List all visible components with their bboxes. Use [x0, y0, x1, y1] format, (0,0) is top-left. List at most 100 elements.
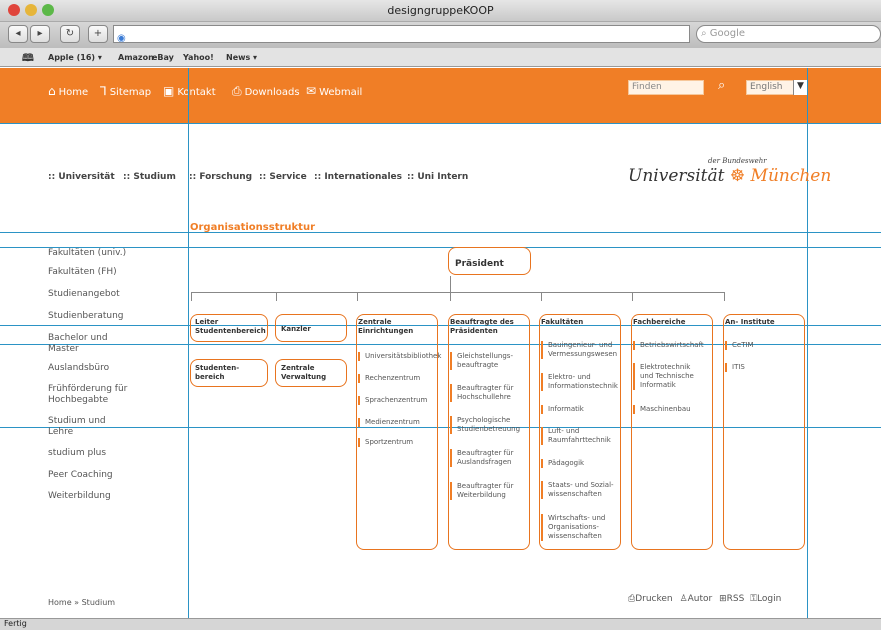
home-icon: ⌂ — [48, 84, 56, 98]
search-icon[interactable]: ⌕ — [718, 78, 725, 93]
nav-downloads[interactable]: ⎙ Downloads — [232, 84, 300, 99]
back-button[interactable]: ◂ — [8, 25, 28, 43]
bookmark-ebay[interactable]: eBay — [152, 53, 174, 62]
breadcrumb[interactable]: Home » Studium — [48, 598, 115, 607]
org-heading-fakultaeten: Fakultäten — [541, 318, 584, 326]
site-search-input[interactable]: Finden — [628, 80, 704, 95]
search-icon: ⌕ — [701, 28, 710, 39]
bookmarks-bar: 🕮 Apple (16) ▾ Amazon eBay Yahoo! News ▾ — [0, 48, 881, 67]
nav-kontakt[interactable]: ▣ Kontakt — [163, 84, 216, 98]
bookmark-apple[interactable]: Apple (16) ▾ — [48, 53, 102, 62]
sidebar-item-studium-lehre[interactable]: Studium und Lehre — [48, 416, 108, 438]
sidebar-item-fakultaeten-univ[interactable]: Fakultäten (univ.) — [48, 248, 126, 258]
sidebar-item-bachelor[interactable]: Bachelor und Master — [48, 333, 128, 355]
org-item[interactable]: Elektrotechnik und Technische Informatik — [633, 363, 705, 390]
language-select[interactable]: English ▼ — [746, 80, 808, 95]
org-item[interactable]: Maschinenbau — [633, 405, 711, 414]
menu-forschung[interactable]: :: Forschung — [189, 172, 252, 182]
reload-button[interactable]: ↻ — [60, 25, 80, 43]
connector-line — [724, 292, 725, 301]
org-item[interactable]: Sportzentrum — [358, 438, 438, 447]
org-box-zentrale-verwaltung[interactable]: Zentrale Verwaltung — [275, 359, 347, 387]
org-box-president[interactable]: Präsident — [448, 247, 531, 275]
rss-link[interactable]: ⊞RSS — [719, 594, 744, 604]
sidebar-item-fruehfoerderung[interactable]: Frühförderung für Hochbegabte — [48, 384, 163, 406]
org-item[interactable]: Luft- und Raumfahrttechnik — [541, 427, 611, 445]
sitemap-icon: ⅂ — [100, 84, 107, 98]
org-item[interactable]: Rechenzentrum — [358, 374, 438, 383]
nav-webmail[interactable]: ✉ Webmail — [306, 84, 362, 98]
guide-line — [0, 232, 881, 233]
org-item[interactable]: Bauingenieur- und Vermessungswesen — [541, 341, 621, 359]
window-title: designgruppeKOOP — [387, 4, 494, 17]
org-item[interactable]: Elektro- und Informationstechnik — [541, 373, 621, 391]
address-bar[interactable]: ◉ — [113, 25, 690, 44]
org-heading-zentrale-einrichtungen: Zentrale Einrichtungen — [358, 318, 414, 335]
seal-icon: ☸ — [729, 166, 746, 186]
org-item[interactable]: CeTIM — [725, 341, 795, 350]
org-heading-beauftragte: Beauftragte des Präsidenten — [450, 318, 514, 335]
sidebar-item-studium-plus[interactable]: studium plus — [48, 448, 106, 458]
menu-universitaet[interactable]: :: Universität — [48, 172, 115, 182]
forward-button[interactable]: ▸ — [30, 25, 50, 43]
org-box-kanzler[interactable]: Kanzler — [275, 314, 347, 342]
menu-service[interactable]: :: Service — [259, 172, 307, 182]
author-link[interactable]: ♙Autor — [680, 594, 713, 604]
org-box-studentenbereich[interactable]: Studenten-bereich — [190, 359, 268, 387]
org-item[interactable]: Psychologische Studienbetreuung — [450, 416, 526, 434]
org-item[interactable]: Gleichstellungs-beauftragte — [450, 352, 520, 370]
org-box-zentrale-einrichtungen[interactable] — [356, 314, 438, 550]
book-icon[interactable]: 🕮 — [22, 51, 34, 68]
org-item[interactable]: Informatik — [541, 405, 619, 414]
mail-icon: ✉ — [306, 84, 317, 98]
connector-line — [450, 276, 451, 292]
org-heading-an-institute: An- Institute — [725, 318, 775, 326]
guide-line — [807, 68, 808, 618]
sidebar-item-fakultaeten-fh[interactable]: Fakultäten (FH) — [48, 267, 117, 277]
print-link[interactable]: ⎙Drucken — [628, 594, 673, 604]
globe-icon: ◉ — [117, 33, 126, 44]
university-logo[interactable]: Universität ☸ München — [628, 166, 831, 186]
logo-subtitle: der Bundeswehr — [708, 157, 767, 165]
org-item[interactable]: Pädagogik — [541, 459, 619, 468]
author-icon: ♙ — [679, 594, 688, 604]
org-item[interactable]: Beauftragter für Weiterbildung — [450, 482, 520, 500]
org-item[interactable]: Medienzentrum — [358, 418, 438, 427]
guide-line — [0, 123, 881, 124]
nav-sitemap[interactable]: ⅂ Sitemap — [100, 84, 151, 98]
bookmark-yahoo[interactable]: Yahoo! — [183, 53, 214, 62]
org-item[interactable]: ITIS — [725, 363, 795, 372]
connector-line — [191, 292, 725, 293]
rss-icon: ⊞ — [719, 594, 727, 604]
sidebar-item-studienberatung[interactable]: Studienberatung — [48, 311, 124, 321]
connector-line — [450, 292, 451, 301]
nav-home[interactable]: ⌂ Home — [48, 84, 88, 98]
bookmark-news[interactable]: News ▾ — [226, 53, 257, 62]
browser-search-input[interactable]: ⌕ Google — [696, 25, 881, 43]
org-item[interactable]: Universitätsbibliothek — [358, 352, 441, 361]
org-box-leiter-studentenbereich[interactable]: Leiter Studentenbereich — [190, 314, 268, 342]
browser-search-placeholder: Google — [709, 28, 746, 39]
guide-line — [188, 68, 189, 618]
org-item[interactable]: Beauftragter für Auslandsfragen — [450, 449, 520, 467]
sidebar-item-peer-coaching[interactable]: Peer Coaching — [48, 470, 113, 480]
add-bookmark-button[interactable]: + — [88, 25, 108, 43]
menu-internationales[interactable]: :: Internationales — [314, 172, 402, 182]
bookmark-amazon[interactable]: Amazon — [118, 53, 154, 62]
org-item[interactable]: Betriebswirtschaft — [633, 341, 712, 350]
connector-line — [276, 292, 277, 301]
sidebar-item-weiterbildung[interactable]: Weiterbildung — [48, 491, 111, 501]
sidebar-item-auslandsbuero[interactable]: Auslandsbüro — [48, 363, 109, 373]
site-header: ⌂ Home ⅂ Sitemap ▣ Kontakt ⎙ Downloads ✉ Webm… — [0, 68, 881, 123]
org-item[interactable]: Sprachenzentrum — [358, 396, 438, 405]
chevron-down-icon: ▼ — [793, 80, 807, 95]
org-item[interactable]: Wirtschafts- und Organisations-wissensch… — [541, 514, 611, 541]
menu-studium[interactable]: :: Studium — [123, 172, 176, 182]
login-link[interactable]: ⚿Login — [750, 594, 781, 604]
status-bar: Fertig — [0, 618, 881, 630]
sidebar-item-studienangebot[interactable]: Studienangebot — [48, 289, 120, 299]
contact-card-icon: ▣ — [163, 84, 175, 98]
org-item[interactable]: Beauftragter für Hochschullehre — [450, 384, 520, 402]
menu-uni-intern[interactable]: :: Uni Intern — [407, 172, 468, 182]
org-item[interactable]: Staats- und Sozial-wissenschaften — [541, 481, 617, 499]
